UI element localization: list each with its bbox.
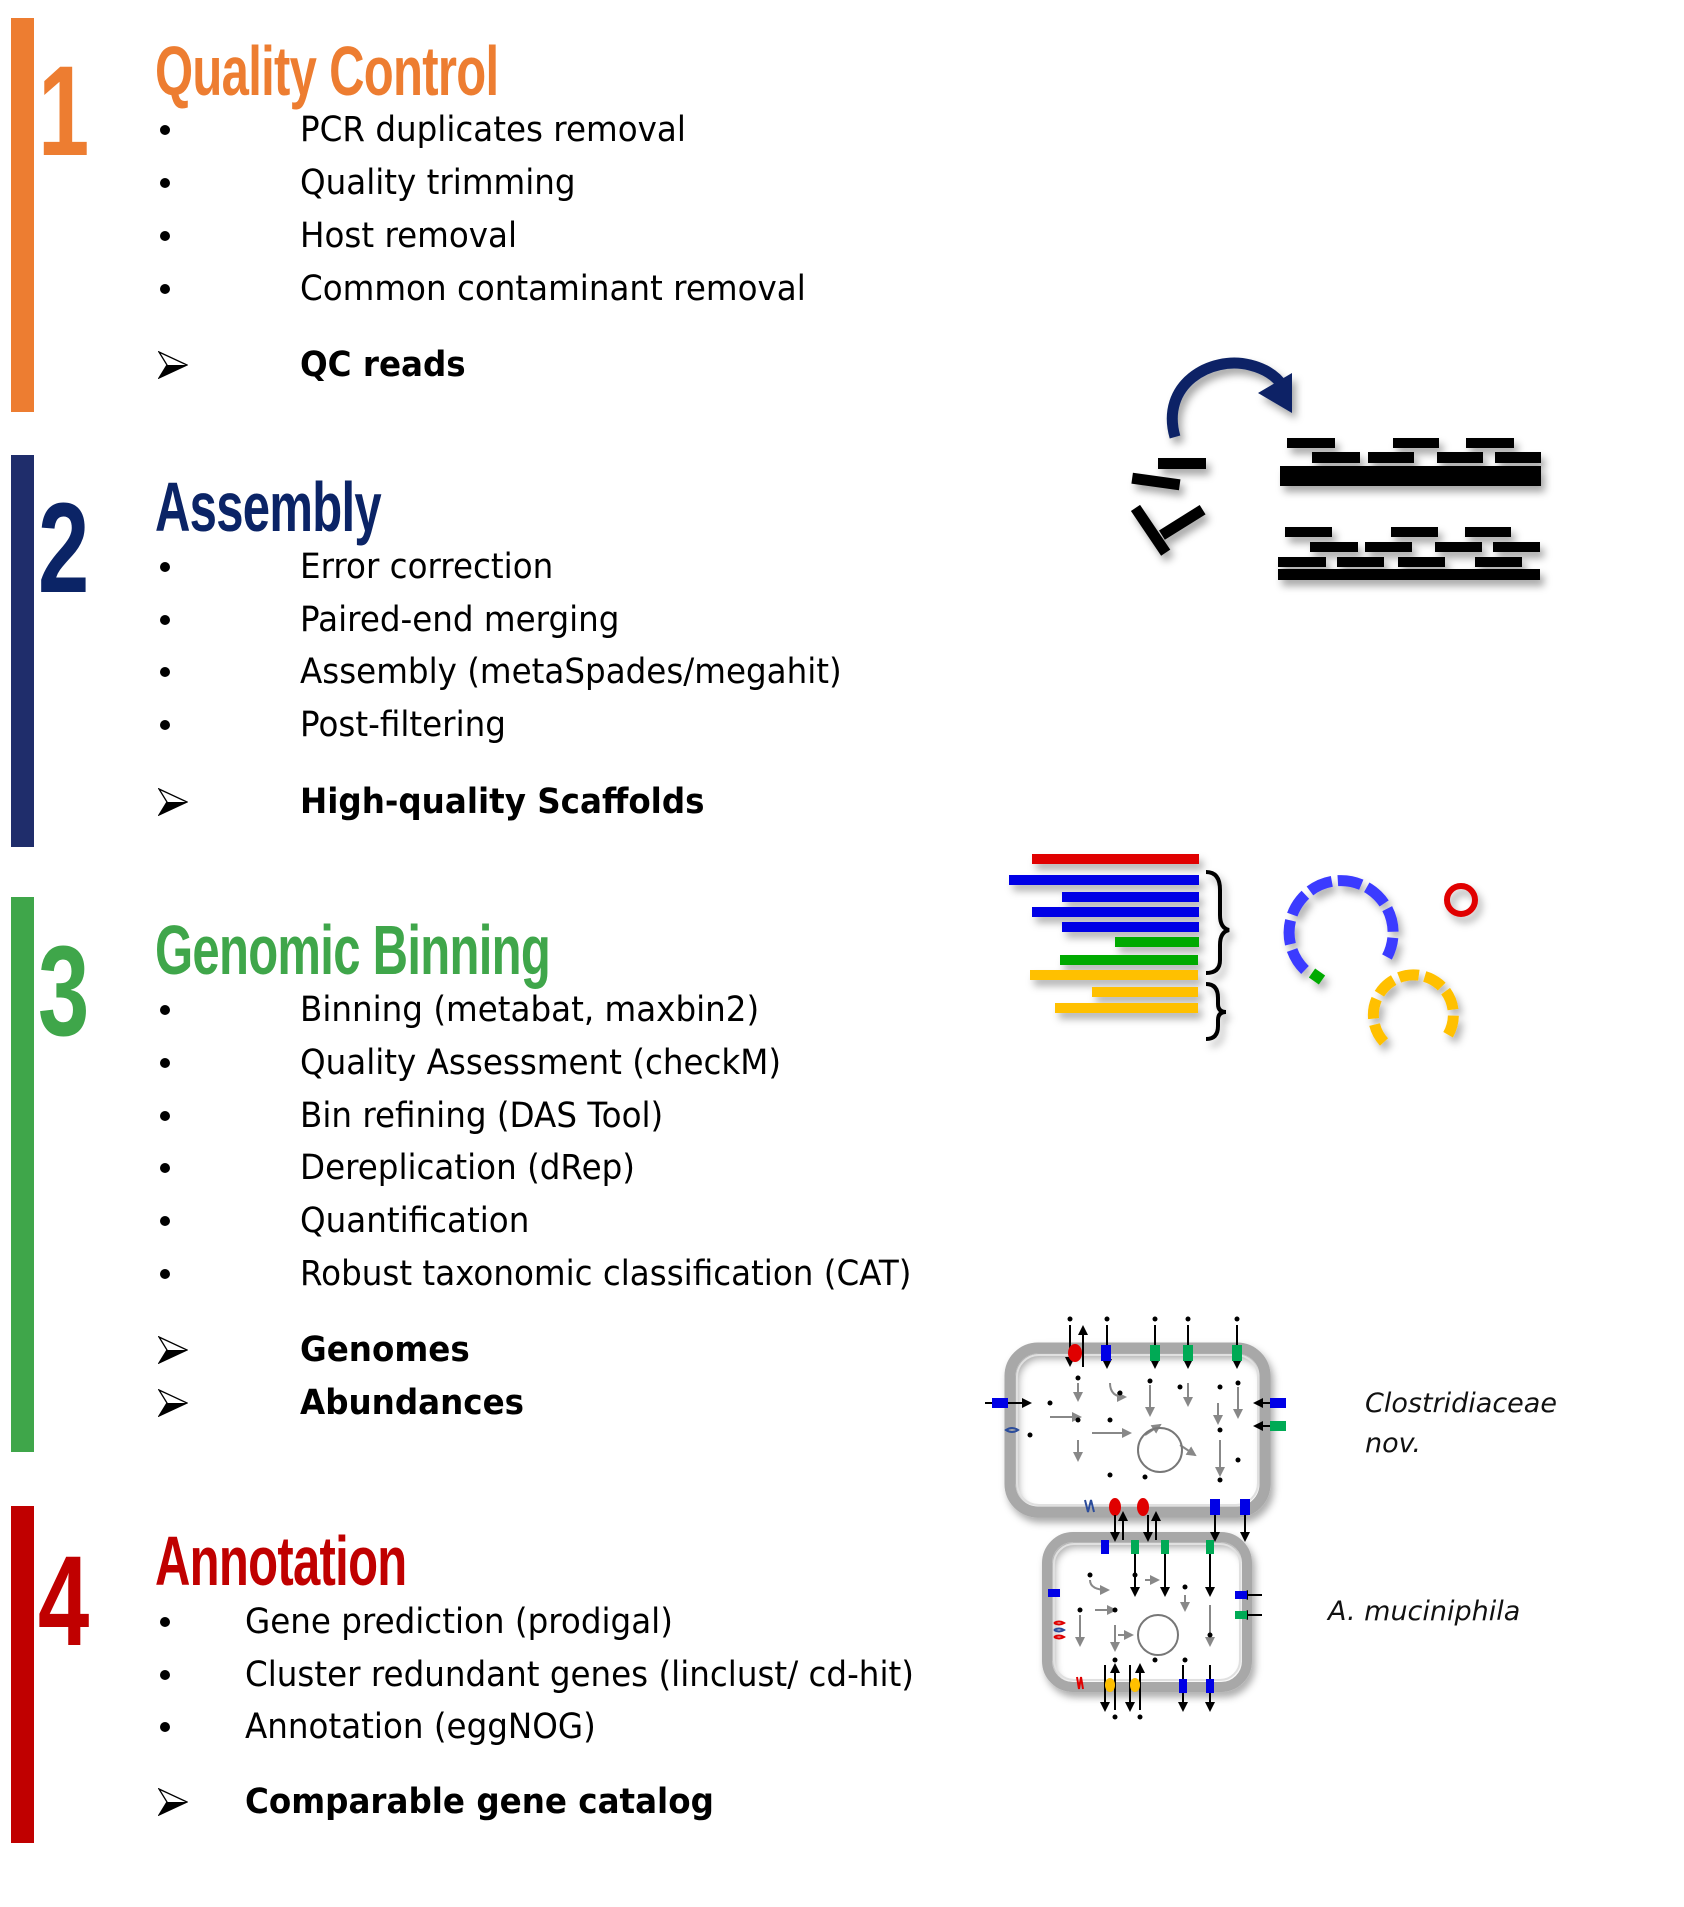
transporters xyxy=(1048,1540,1247,1693)
bullet-icon xyxy=(160,667,170,677)
curved-arrow-icon xyxy=(1166,357,1290,439)
organism-label-nov: nov. xyxy=(1365,1428,1421,1459)
yellow-bin-circle xyxy=(1367,969,1459,1046)
section-title: Annotation xyxy=(155,1522,407,1600)
step-label: Annotation (eggNOG) xyxy=(245,1707,596,1747)
bullet-icon xyxy=(160,1670,170,1680)
contig-bars xyxy=(1009,854,1199,1013)
step-label: Paired-end merging xyxy=(300,600,620,640)
bullet-icon xyxy=(160,1058,170,1068)
bullet-icon xyxy=(160,1111,170,1121)
step-label: Host removal xyxy=(300,216,518,256)
section-bar xyxy=(11,897,34,1452)
contig-stack-bottom xyxy=(1278,527,1540,580)
bullet-icon xyxy=(160,231,170,241)
section-bar xyxy=(11,1506,34,1843)
section-title: Quality Control xyxy=(155,32,499,110)
bullet-icon xyxy=(160,720,170,730)
contig-stack-top xyxy=(1280,438,1541,486)
arrowhead-bullet-icon xyxy=(158,1788,188,1816)
section-number: 4 xyxy=(38,1530,89,1673)
bullet-icon xyxy=(160,1216,170,1226)
brace-icon xyxy=(1205,982,1227,1041)
arrowhead-bullet-icon xyxy=(158,1389,188,1417)
step-label: Binning (metabat, maxbin2) xyxy=(300,990,760,1030)
step-label: PCR duplicates removal xyxy=(300,110,686,150)
section-number: 1 xyxy=(38,40,89,183)
section-title: Assembly xyxy=(155,468,382,546)
step-label: Dereplication (dRep) xyxy=(300,1148,635,1188)
section-bar xyxy=(11,455,34,847)
bullet-icon xyxy=(160,1617,170,1627)
bullet-icon xyxy=(160,125,170,135)
section-number: 2 xyxy=(38,477,89,620)
step-label: Quality trimming xyxy=(300,163,576,203)
step-label: Common contaminant removal xyxy=(300,269,806,309)
section-bar xyxy=(11,18,34,412)
output-label: Comparable gene catalog xyxy=(245,1782,714,1822)
arrowhead-bullet-icon xyxy=(158,1336,188,1364)
cell-clostridiaceae xyxy=(985,1316,1286,1518)
output-label: Genomes xyxy=(300,1330,470,1370)
bullet-icon xyxy=(160,615,170,625)
bullet-icon xyxy=(160,1722,170,1732)
output-label: Abundances xyxy=(300,1383,525,1423)
transporters xyxy=(992,1344,1286,1516)
blue-bin-circle xyxy=(1283,875,1399,974)
brace-icon xyxy=(1205,870,1230,975)
organism-label-clostridiaceae: Clostridiaceae xyxy=(1365,1388,1557,1419)
cell-a-muciniphila xyxy=(1042,1511,1262,1720)
bullet-icon xyxy=(160,1005,170,1015)
bullet-icon xyxy=(160,1163,170,1173)
step-label: Quality Assessment (checkM) xyxy=(300,1043,782,1083)
step-label: Quantification xyxy=(300,1201,530,1241)
metabolic-network-icon xyxy=(985,1316,1286,1720)
arrowhead-bullet-icon xyxy=(158,788,188,816)
output-label: QC reads xyxy=(300,345,466,385)
bullet-icon xyxy=(160,1269,170,1279)
step-label: Gene prediction (prodigal) xyxy=(245,1602,673,1642)
red-plasmid-circle xyxy=(1444,883,1478,917)
step-label: Cluster redundant genes (linclust/ cd-hi… xyxy=(245,1655,914,1695)
arrowhead-bullet-icon xyxy=(158,351,188,379)
step-label: Error correction xyxy=(300,547,554,587)
scattered-reads xyxy=(1130,458,1206,556)
bullet-icon xyxy=(160,178,170,188)
green-bin-segment xyxy=(1308,968,1326,985)
bullet-icon xyxy=(160,284,170,294)
output-label: High-quality Scaffolds xyxy=(300,782,705,822)
step-label: Post-filtering xyxy=(300,705,506,745)
read-assembly-icon xyxy=(1130,357,1541,580)
step-label: Robust taxonomic classification (CAT) xyxy=(300,1254,912,1294)
section-number: 3 xyxy=(38,920,89,1063)
bullet-icon xyxy=(160,562,170,572)
contig-binning-icon xyxy=(1009,854,1478,1046)
step-label: Bin refining (DAS Tool) xyxy=(300,1096,664,1136)
section-title: Genomic Binning xyxy=(155,911,551,989)
step-label: Assembly (metaSpades/megahit) xyxy=(300,652,842,692)
organism-label-a-muciniphila: A. muciniphila xyxy=(1328,1596,1521,1627)
